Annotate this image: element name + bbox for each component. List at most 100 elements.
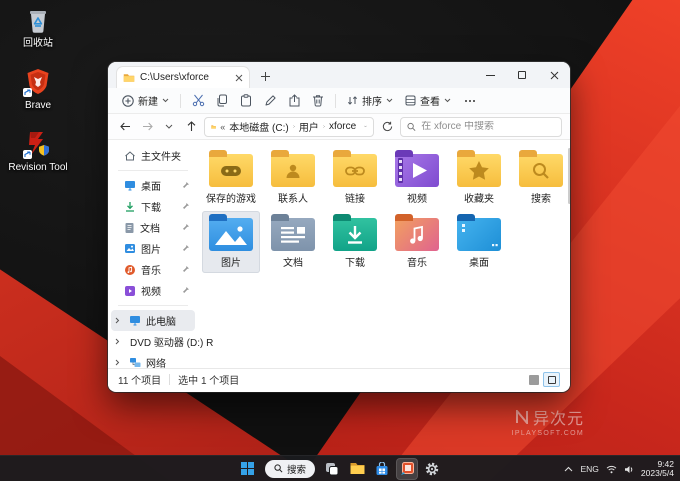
folder-icon: [211, 124, 216, 129]
contacts-folder-icon: [271, 150, 315, 187]
up-button[interactable]: [182, 117, 200, 137]
sidebar-item-network[interactable]: 网络: [111, 352, 195, 373]
back-button[interactable]: [116, 117, 134, 137]
file-tile-links[interactable]: 链接: [326, 147, 384, 209]
task-view-button[interactable]: [321, 458, 343, 480]
details-view-toggle[interactable]: [529, 374, 539, 385]
explorer-tab[interactable]: C:\Users\xforce: [116, 66, 250, 88]
tab-close-icon[interactable]: [235, 74, 243, 82]
new-tab-button[interactable]: [258, 69, 272, 83]
clock[interactable]: 9:42 2023/5/4: [640, 459, 674, 479]
desktop-icon-brave[interactable]: Brave: [6, 66, 70, 111]
sidebar-item-dvd-drive[interactable]: DVD 驱动器 (D:) R: [111, 331, 213, 352]
refresh-button[interactable]: [378, 117, 396, 137]
command-toolbar: 新建 排序 查看: [108, 88, 570, 114]
file-label: 链接: [345, 194, 365, 205]
file-tile-desktop[interactable]: 桌面: [450, 211, 508, 273]
file-tile-music[interactable]: 音乐: [388, 211, 446, 273]
sidebar-item-downloads[interactable]: 下载: [111, 196, 195, 217]
chevron-down-icon[interactable]: [364, 124, 367, 129]
forward-button[interactable]: [138, 117, 156, 137]
file-grid: 保存的游戏 联系人 链接 视频 收藏夹 搜索 图片 文档 下载 音乐 桌面: [200, 146, 570, 274]
paste-button[interactable]: [234, 90, 258, 112]
file-tile-videos[interactable]: 视频: [388, 147, 446, 209]
tray-date: 2023/5/4: [640, 468, 674, 478]
close-button[interactable]: [538, 62, 570, 88]
music-icon: [125, 264, 135, 275]
start-button[interactable]: [237, 458, 259, 480]
chevron-right-icon[interactable]: [115, 317, 124, 324]
recent-locations-button[interactable]: [160, 117, 178, 137]
delete-button[interactable]: [306, 90, 330, 112]
sort-button[interactable]: 排序: [341, 90, 399, 112]
sidebar-item-home[interactable]: 主文件夹: [111, 145, 195, 166]
more-options-button[interactable]: [457, 99, 483, 102]
network-status-icon[interactable]: [606, 465, 617, 474]
rename-button[interactable]: [258, 90, 282, 112]
input-language-indicator[interactable]: ENG: [580, 464, 598, 474]
share-button[interactable]: [282, 90, 306, 112]
new-button[interactable]: 新建: [116, 90, 175, 112]
taskbar-search[interactable]: 搜索: [264, 459, 315, 478]
volume-icon[interactable]: [624, 465, 634, 474]
sidebar-item-videos[interactable]: 视频: [111, 280, 195, 301]
file-tile-saved-games[interactable]: 保存的游戏: [202, 147, 260, 209]
saved-games-folder-icon: [209, 150, 253, 187]
file-explorer-taskbar-button[interactable]: [346, 458, 368, 480]
breadcrumb-overflow[interactable]: «: [220, 122, 225, 132]
file-list-area: 保存的游戏 联系人 链接 视频 收藏夹 搜索 图片 文档 下载 音乐 桌面: [198, 140, 570, 368]
sidebar-item-documents[interactable]: 文档: [111, 217, 195, 238]
trash-icon: [313, 95, 323, 107]
picture-icon: [125, 244, 135, 253]
pin-icon: [183, 266, 189, 272]
file-tile-contacts[interactable]: 联系人: [264, 147, 322, 209]
file-tile-searches[interactable]: 搜索: [512, 147, 570, 209]
file-label: 音乐: [407, 258, 427, 269]
pin-icon: [183, 182, 189, 188]
sidebar-item-music[interactable]: 音乐: [111, 259, 195, 280]
pin-icon: [183, 287, 189, 293]
sidebar-item-desktop[interactable]: 桌面: [111, 175, 195, 196]
pictures-folder-icon: [209, 214, 253, 251]
music-folder-icon: [395, 214, 439, 251]
desktop-icon-recycle-bin[interactable]: 回收站: [6, 4, 70, 49]
minimize-button[interactable]: [474, 62, 506, 88]
view-button[interactable]: 查看: [399, 90, 457, 112]
microsoft-store-button[interactable]: [371, 458, 393, 480]
file-label: 文档: [283, 258, 303, 269]
file-tile-pictures[interactable]: 图片: [202, 211, 260, 273]
windows-logo-icon: [241, 462, 255, 475]
breadcrumb-item-xforce[interactable]: xforce: [329, 121, 356, 132]
chevron-right-icon[interactable]: [115, 338, 120, 345]
copy-button[interactable]: [210, 90, 234, 112]
sidebar-item-pictures[interactable]: 图片: [111, 238, 195, 259]
file-tile-favorites[interactable]: 收藏夹: [450, 147, 508, 209]
pin-icon: [183, 203, 189, 209]
breadcrumb[interactable]: « 本地磁盘 (C:) 用户 xforce: [204, 116, 375, 137]
desktop-icon-label: Revision Tool: [8, 162, 68, 173]
search-input[interactable]: [421, 121, 555, 132]
desktop-icon-revision-tool[interactable]: Revision Tool: [6, 128, 70, 173]
cut-button[interactable]: [186, 90, 210, 112]
navigation-pane: 主文件夹 桌面 下载 文档 图片 音乐 视频 此电脑 DVD 驱动器 (D:) …: [108, 140, 213, 370]
settings-button[interactable]: [421, 458, 443, 480]
file-tile-downloads[interactable]: 下载: [326, 211, 384, 273]
large-icons-view-toggle[interactable]: [543, 372, 560, 387]
downloads-folder-icon: [333, 214, 377, 251]
maximize-button[interactable]: [506, 62, 538, 88]
shortcut-arrow-badge: [23, 150, 32, 159]
vertical-scrollbar[interactable]: [568, 148, 570, 204]
file-tile-documents[interactable]: 文档: [264, 211, 322, 273]
active-app-button[interactable]: [396, 457, 418, 480]
cut-icon: [192, 94, 204, 107]
chevron-right-icon[interactable]: [115, 359, 124, 366]
breadcrumb-item-users[interactable]: 用户: [299, 119, 319, 134]
sidebar-item-label: 网络: [146, 359, 166, 370]
sidebar-item-this-pc[interactable]: 此电脑: [111, 310, 195, 331]
revision-tool-icon: [22, 128, 54, 160]
sort-icon: [347, 96, 358, 105]
sidebar-item-label: 图片: [141, 245, 161, 256]
breadcrumb-item-drive[interactable]: 本地磁盘 (C:): [229, 119, 288, 134]
tray-chevron-up-icon[interactable]: [564, 466, 573, 472]
toolbar-separator: [335, 93, 336, 108]
